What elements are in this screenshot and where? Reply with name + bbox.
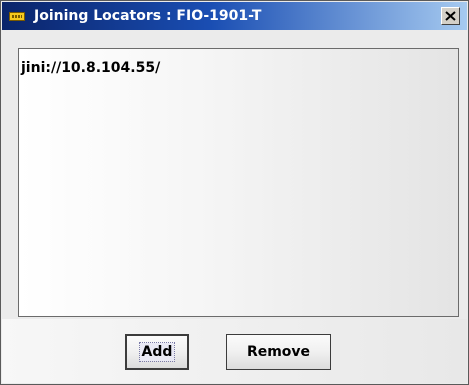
remove-button-label: Remove: [246, 344, 311, 360]
window-app-icon: [9, 12, 25, 21]
locator-list[interactable]: jini://10.8.104.55/: [18, 48, 459, 317]
list-item[interactable]: jini://10.8.104.55/: [21, 59, 160, 77]
add-button-label: Add: [138, 342, 176, 362]
remove-button[interactable]: Remove: [226, 334, 331, 370]
button-bar: Add Remove: [2, 319, 467, 383]
close-icon: [445, 11, 456, 21]
add-button[interactable]: Add: [125, 334, 189, 370]
joining-locators-dialog: Joining Locators : FIO-1901-T jini://10.…: [0, 0, 469, 385]
close-button[interactable]: [441, 7, 460, 25]
window-title: Joining Locators : FIO-1901-T: [34, 8, 262, 24]
title-bar[interactable]: Joining Locators : FIO-1901-T: [2, 2, 467, 30]
